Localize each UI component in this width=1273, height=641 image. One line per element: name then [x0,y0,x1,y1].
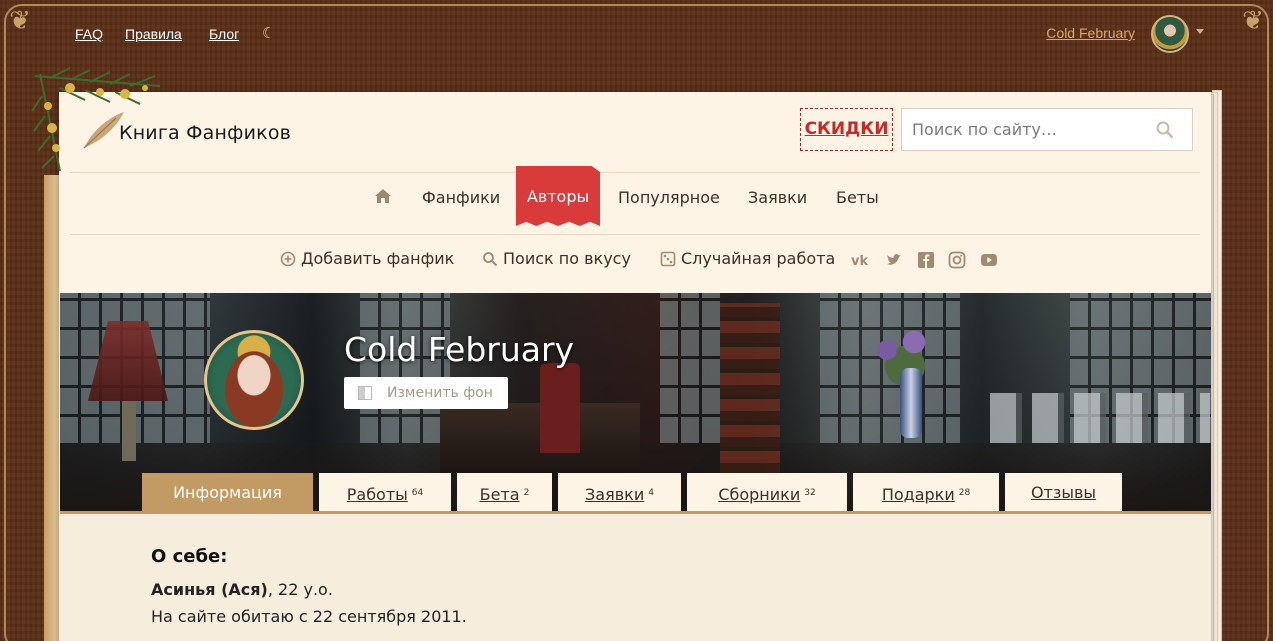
search-input[interactable] [902,109,1152,150]
logo-text: Книга Фанфиков [119,122,292,144]
nav-betas[interactable]: Беты [836,188,879,207]
main-nav: Фанфики Популярное Заявки Беты [0,172,1273,224]
vk-icon[interactable]: vk [851,251,869,269]
blog-link[interactable]: Блог [209,26,239,42]
svg-text:vk: vk [851,254,868,269]
nav-fanfics[interactable]: Фанфики [422,188,500,207]
add-fanfic-link[interactable]: Добавить фанфик [280,249,454,268]
nav-authors[interactable]: Авторы [516,166,600,226]
about-name-line: Асинья (Ася), 22 у.о. [151,580,333,599]
search-icon [483,251,498,266]
tab-count: 28 [958,488,971,498]
faq-link[interactable]: FAQ [75,26,103,42]
tab-label: Подарки [881,485,955,504]
about-age: , 22 у.о. [267,580,333,599]
random-work-label: Случайная работа [681,249,836,268]
profile-tabs: Информация Работы 64 Бета 2 Заявки 4 Сборни… [60,473,1211,513]
tab-requests[interactable]: Заявки 4 [558,473,681,512]
search-box [901,108,1193,151]
tab-beta[interactable]: Бета 2 [457,473,552,512]
tab-label: Работы [346,485,408,504]
tab-label: Сборники [718,485,801,504]
search-icon[interactable] [1156,121,1174,139]
nav-popular[interactable]: Популярное [618,188,720,207]
tab-reviews[interactable]: Отзывы [1005,473,1122,512]
about-since: На сайте обитаю с 22 сентября 2011. [151,607,467,626]
about-title: О себе: [151,546,228,567]
tab-label: Бета [479,485,520,504]
avatar[interactable] [1151,15,1189,53]
top-bar: FAQ Правила Блог ☾ Cold February [0,0,1273,68]
taste-search-link[interactable]: Поиск по вкусу [482,249,631,268]
dice-icon [660,251,676,266]
plus-circle-icon [280,251,296,266]
nav-requests[interactable]: Заявки [748,188,807,207]
divider [70,234,1200,235]
tab-collections[interactable]: Сборники 32 [687,473,847,512]
sale-button[interactable]: СКИДКИ [800,108,893,151]
tab-count: 4 [648,488,654,498]
profile-avatar[interactable] [204,330,304,430]
tab-info[interactable]: Информация [142,473,313,512]
tab-gifts[interactable]: Подарки 28 [853,473,999,512]
tab-count: 32 [804,488,816,498]
user-profile-link[interactable]: Cold February [1046,25,1135,41]
change-background-button[interactable]: Изменить фон [344,377,508,409]
page-edge [44,175,59,641]
chevron-down-icon[interactable] [1196,29,1204,34]
facebook-icon[interactable] [917,251,935,269]
about-name: Асинья (Ася) [151,580,268,599]
tab-label: Заявки [585,485,645,504]
profile-name: Cold February [344,330,575,369]
rules-link[interactable]: Правила [125,26,182,42]
random-work-link[interactable]: Случайная работа [660,249,835,268]
twitter-icon[interactable] [885,251,903,269]
sub-nav: Добавить фанфик Поиск по вкусу Случайная… [0,246,1273,274]
tab-label: Информация [173,483,282,502]
instagram-icon[interactable] [948,251,966,269]
moon-icon[interactable]: ☾ [262,24,275,42]
add-fanfic-label: Добавить фанфик [301,249,455,268]
background-icon [358,386,372,400]
youtube-icon[interactable] [980,251,998,269]
tab-count: 2 [523,488,530,498]
site-logo[interactable]: Книга Фанфиков [80,108,300,152]
taste-search-label: Поиск по вкусу [503,249,631,268]
tab-works[interactable]: Работы 64 [319,473,451,512]
tab-count: 64 [411,488,424,498]
home-icon[interactable] [374,187,392,205]
change-background-label: Изменить фон [387,385,493,401]
tab-label: Отзывы [1030,483,1097,502]
